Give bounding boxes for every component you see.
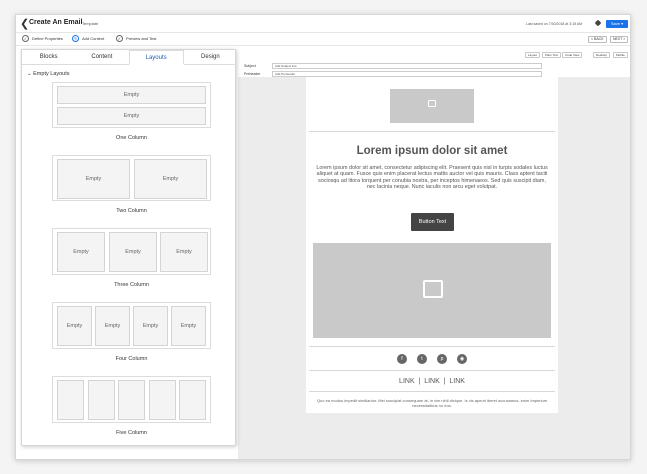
back-button[interactable]: < BACK: [588, 36, 607, 43]
hero-image-placeholder[interactable]: [313, 243, 551, 338]
facebook-icon[interactable]: f: [397, 354, 407, 364]
twitter-icon[interactable]: t: [417, 354, 427, 364]
email-cta-button[interactable]: Button Text: [411, 213, 454, 231]
layout-caption: Four Column: [115, 356, 148, 362]
layout-cell: Empty: [134, 159, 207, 199]
subject-input[interactable]: Add Subject line: [272, 63, 542, 69]
layout-cell: Empty: [133, 306, 168, 346]
step-define-properties[interactable]: ✓ Define Properties: [22, 35, 63, 42]
layout-caption: Five Column: [116, 430, 147, 436]
app-window: ❮ Create An Email Template Last saved on…: [15, 14, 631, 460]
tab-design[interactable]: Design: [184, 50, 235, 64]
save-button[interactable]: Save ▾: [606, 20, 628, 28]
chevron-down-icon: ⌄: [27, 71, 32, 77]
subject-label: Subject: [244, 64, 256, 68]
section-title: Empty Layouts: [33, 71, 70, 77]
pinterest-icon[interactable]: p: [437, 354, 447, 364]
last-saved-text: Last saved on 7/30/2018 at 3:15 AM: [526, 22, 583, 26]
email-title[interactable]: Lorem ipsum dolor sit amet: [306, 145, 558, 157]
layout-cell: Empty: [109, 232, 157, 272]
save-label: Save: [610, 21, 620, 26]
layout-cell: [179, 380, 206, 420]
plain-text-toggle[interactable]: Plain Text: [542, 52, 561, 58]
email-footer-text[interactable]: Quo ea modus impedit similiantur. Mei su…: [316, 398, 548, 408]
layout-three-column[interactable]: Empty Empty Empty: [52, 228, 211, 275]
divider: [309, 391, 555, 392]
mobile-toggle[interactable]: Mobile: [613, 52, 628, 58]
layout-cell: [118, 380, 145, 420]
check-icon: ✓: [22, 35, 29, 42]
layout-four-column[interactable]: Empty Empty Empty Empty: [52, 302, 211, 349]
step-label: Add Content: [82, 36, 105, 41]
layout-two-column[interactable]: Empty Empty: [52, 155, 211, 201]
empty-layouts-header[interactable]: ⌄ Empty Layouts: [27, 71, 70, 77]
next-button[interactable]: NEXT >: [610, 36, 629, 43]
content-panel: Blocks Content Layouts Design ⌄ Empty La…: [21, 49, 236, 446]
layout-cell: Empty: [57, 159, 130, 199]
layout-caption: Two Column: [116, 208, 147, 214]
step-bar: ✓ Define Properties ✎ Add Content ✓ Prev…: [16, 33, 630, 46]
page-title: Create An Email: [29, 19, 83, 26]
template-tag: Template: [82, 21, 99, 26]
layout-cell: Empty: [57, 86, 206, 104]
tag-icon[interactable]: [594, 19, 602, 27]
header-bar: ❮ Create An Email Template Last saved on…: [16, 15, 630, 33]
footer-link[interactable]: LINK: [399, 378, 415, 385]
step-label: Preview and Test: [126, 36, 157, 41]
instagram-icon[interactable]: ◉: [457, 354, 467, 364]
email-body-text[interactable]: Lorem ipsum dolor sit amet, consectetur …: [316, 165, 548, 190]
image-icon: [423, 280, 443, 298]
layout-cell: [149, 380, 176, 420]
layout-cell: Empty: [160, 232, 208, 272]
preheader-label: Preheader: [244, 72, 261, 76]
layout-one-column[interactable]: Empty Empty: [52, 82, 211, 128]
divider: [309, 370, 555, 371]
pencil-icon: ✎: [72, 35, 79, 42]
panel-tabs: Blocks Content Layouts Design: [22, 50, 235, 65]
layout-cell: [57, 380, 84, 420]
tab-content[interactable]: Content: [75, 50, 128, 64]
footer-links: LINK | LINK | LINK: [399, 378, 465, 385]
layout-cell: [88, 380, 115, 420]
layout-cell: Empty: [57, 306, 92, 346]
desktop-toggle[interactable]: Desktop: [593, 52, 611, 58]
layout-cell: Empty: [57, 232, 105, 272]
layout-cell: Empty: [57, 107, 206, 125]
step-add-content[interactable]: ✎ Add Content: [72, 35, 104, 42]
check-icon: ✓: [116, 35, 123, 42]
footer-link[interactable]: LINK: [424, 378, 440, 385]
layout-five-column[interactable]: [52, 376, 211, 423]
layout-caption: One Column: [116, 135, 147, 141]
layout-caption: Three Column: [114, 282, 149, 288]
layout-cell: Empty: [171, 306, 206, 346]
tab-blocks[interactable]: Blocks: [22, 50, 75, 64]
divider: [309, 131, 555, 132]
step-label: Define Properties: [32, 36, 63, 41]
layout-cell: Empty: [95, 306, 130, 346]
chevron-left-icon[interactable]: ❮: [20, 17, 29, 30]
image-icon: [428, 100, 436, 107]
footer-link[interactable]: LINK: [449, 378, 465, 385]
step-preview-test[interactable]: ✓ Preview and Test: [116, 35, 156, 42]
header-image-placeholder[interactable]: [390, 89, 474, 123]
layout-view-toggle[interactable]: Layout: [525, 52, 541, 58]
tab-layouts[interactable]: Layouts: [128, 50, 184, 65]
code-view-toggle[interactable]: Code View: [562, 52, 583, 58]
divider: [309, 346, 555, 347]
